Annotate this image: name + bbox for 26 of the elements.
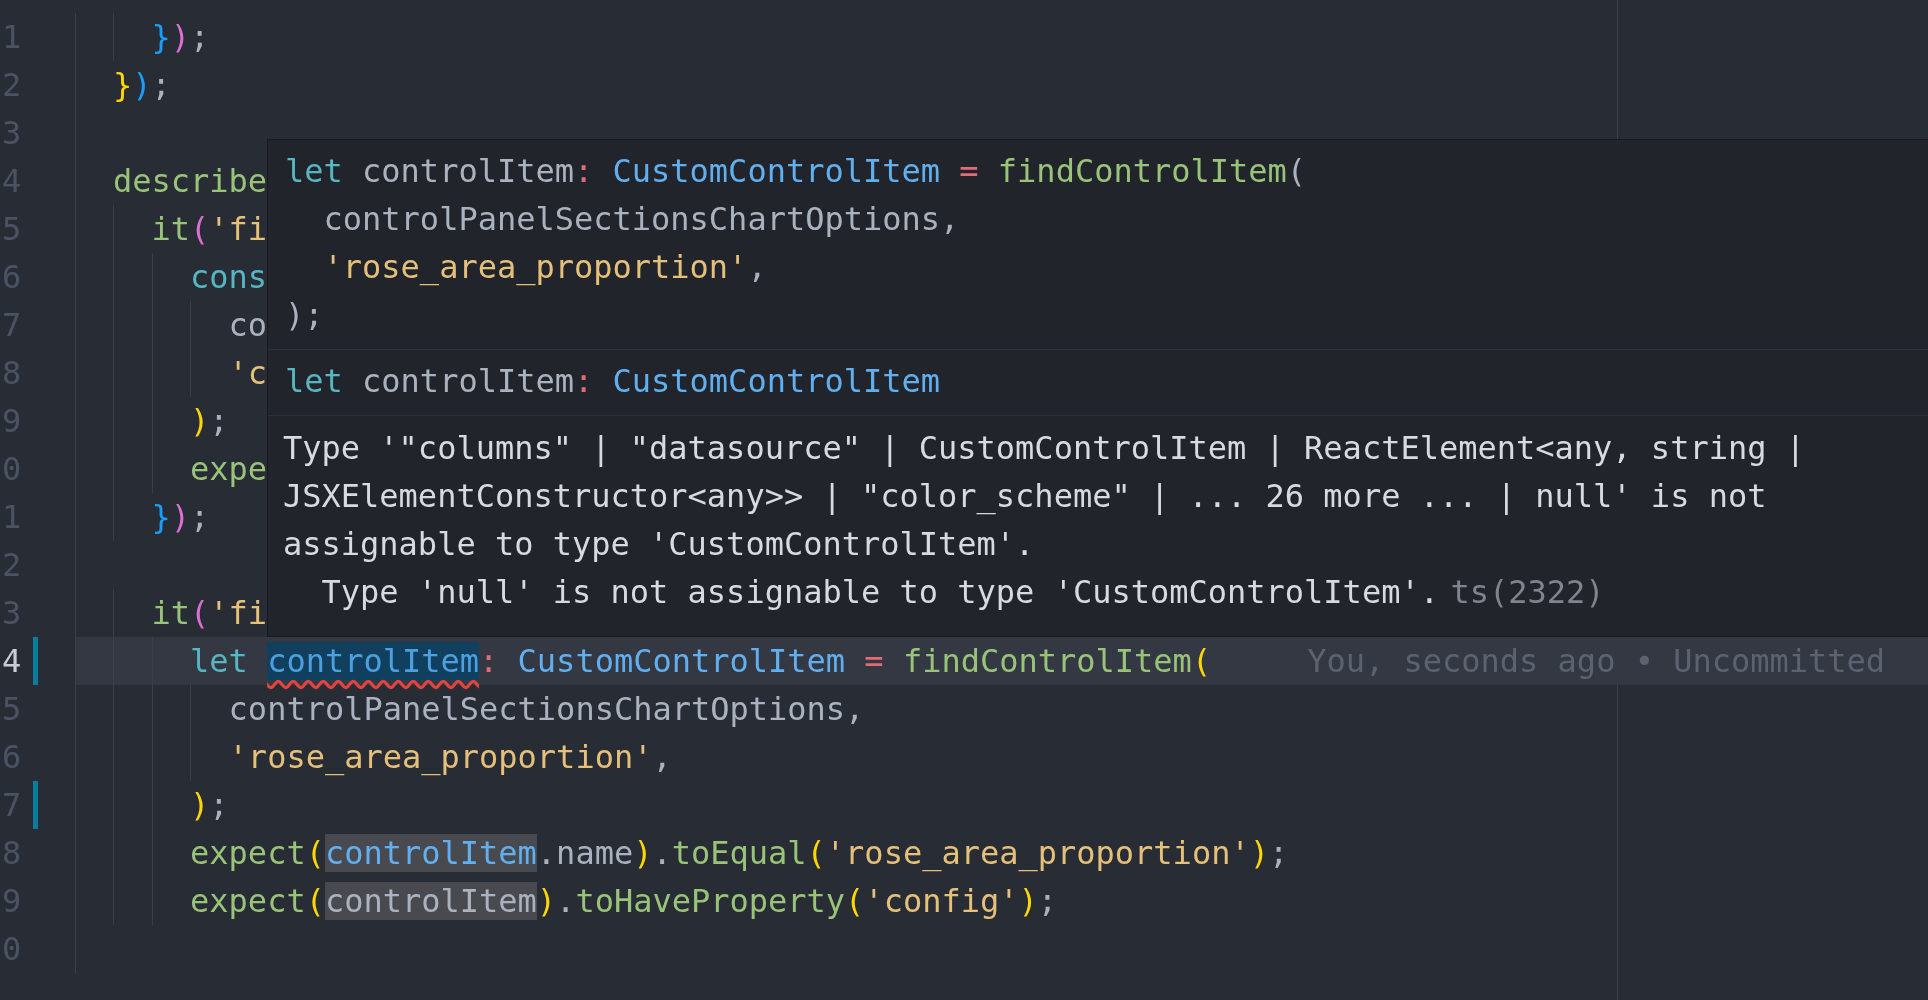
code-line: controlPanelSectionsChartOptions, [322, 199, 961, 240]
code-line: expect(controlItem).toHaveProperty('config'); [189, 881, 1057, 922]
code-line: expe [189, 449, 268, 490]
code-line: ); [189, 401, 229, 442]
error-message: Type '"columns" | "datasource" | CustomControlItem | ReactElement<any, string | JSXElementConstructor<any>> | "color_scheme" | ... 26 more ... | null' is not assignable to type 'CustomControlItem'. [283, 428, 1805, 565]
code-line: }); [113, 65, 171, 106]
code-line: 'c [227, 353, 268, 394]
code-line: let controlItem: CustomControlItem = findControlItem( [189, 641, 1212, 682]
code-line: 'rose_area_proportion', [322, 247, 768, 288]
code-line: }); [150, 497, 210, 538]
code-line: let controlItem: CustomControlItem = findControlItem( [285, 151, 1308, 192]
code-line: expect(controlItem.name).toEqual('rose_area_proportion'); [189, 833, 1289, 874]
code-line: 'rose_area_proportion', [227, 737, 672, 778]
code-line: }); [150, 17, 210, 58]
code-line: ); [285, 295, 325, 336]
line-number: 4 [2, 641, 22, 682]
code-line: controlPanelSectionsChartOptions, [227, 689, 865, 730]
code-line: ); [189, 785, 229, 826]
code-line: cons [189, 257, 268, 298]
code-line: it('fi [150, 209, 268, 250]
code-line: it('fi [150, 593, 268, 634]
code-line: co [227, 305, 268, 346]
code-line: describe [113, 161, 268, 202]
signature-line: let controlItem: CustomControlItem [285, 361, 942, 402]
error-code: ts(2322) [1450, 572, 1605, 613]
error-detail: Type 'null' is not assignable to type 'CustomControlItem'. [321, 572, 1439, 613]
